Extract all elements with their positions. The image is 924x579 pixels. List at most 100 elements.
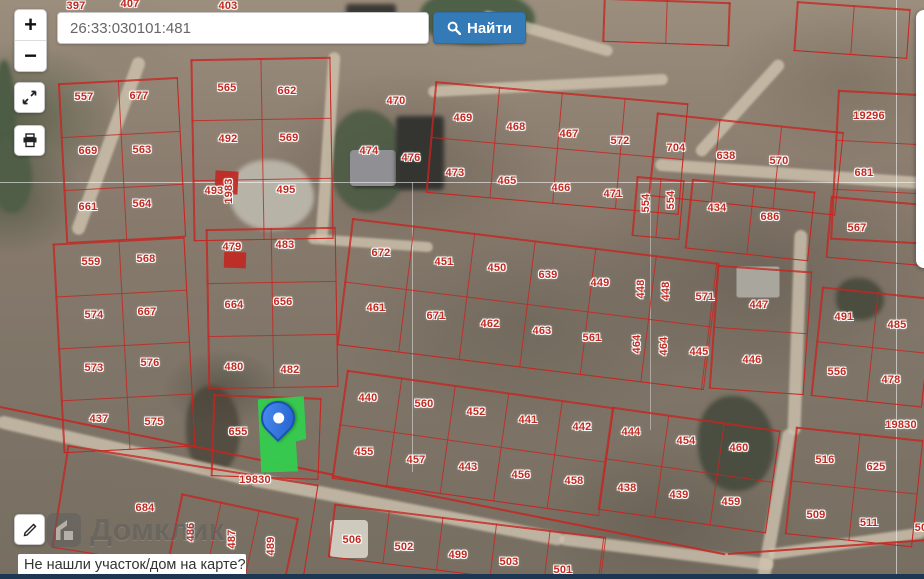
- parcel-label: 451: [434, 256, 454, 268]
- parcel-label: 438: [617, 482, 637, 494]
- parcel-label: 672: [371, 247, 391, 259]
- parcel-label: 437: [89, 413, 109, 425]
- parcel-label: 463: [532, 325, 552, 337]
- parcel-grid: [708, 264, 813, 396]
- parcel-label: 492: [218, 133, 238, 145]
- parcel-label: 454: [676, 435, 696, 447]
- parcel-label: 448: [660, 281, 672, 301]
- cadastral-search-input[interactable]: [58, 13, 452, 43]
- parcel-label: 479: [222, 241, 242, 253]
- parcel-label: 704: [666, 142, 686, 154]
- parcel-label: 467: [559, 128, 579, 140]
- side-panel-edge[interactable]: [916, 10, 924, 268]
- parcel-label: 511: [859, 517, 879, 529]
- search-button[interactable]: Найти: [433, 12, 526, 44]
- parcel-label: 564: [132, 198, 152, 210]
- parcel-label: 568: [136, 253, 156, 265]
- parcel-label: 503: [499, 556, 519, 568]
- edit-button[interactable]: [14, 514, 45, 545]
- parcel-label: 565: [217, 82, 237, 94]
- watermark: Домклик: [46, 512, 224, 548]
- parcel-label: 441: [518, 414, 538, 426]
- parcel-label: 19296: [853, 110, 885, 122]
- parcel-label: 493: [204, 185, 224, 197]
- domclick-logo-icon: [46, 512, 82, 548]
- parcel-label: 397: [66, 0, 86, 12]
- parcel-label: 439: [669, 489, 689, 501]
- parcel-label: 466: [551, 182, 571, 194]
- parcel-label: 468: [506, 121, 526, 133]
- parcel-label: 447: [749, 299, 769, 311]
- parcel-label: 19830: [885, 419, 917, 431]
- parcel-label: 575: [144, 416, 164, 428]
- parcel-label: 446: [742, 354, 762, 366]
- parcel-label: 574: [84, 309, 104, 321]
- parcel-label: 571: [695, 291, 715, 303]
- map-canvas[interactable]: 397 407 403 557 677 565 662 470 469 468 467 572 704 6…: [0, 0, 924, 579]
- printer-icon: [22, 133, 38, 148]
- parcel-label: 442: [572, 421, 592, 433]
- parcel-label: 495: [276, 184, 296, 196]
- parcel-grid: [825, 195, 924, 267]
- parcel-label: 560: [414, 398, 434, 410]
- parcel-label: 677: [129, 90, 149, 102]
- parcel-label: 559: [81, 256, 101, 268]
- print-button[interactable]: [14, 125, 45, 156]
- parcel-grid: [684, 178, 816, 262]
- parcel-label: 50: [914, 522, 924, 534]
- parcel-label: 671: [426, 310, 446, 322]
- parcel-label: 470: [386, 95, 406, 107]
- parcel-label: 471: [603, 188, 623, 200]
- parcel-label: 476: [401, 152, 421, 164]
- parcel-label: 570: [769, 155, 789, 167]
- parcel-label: 485: [887, 319, 907, 331]
- parcel-label: 681: [854, 167, 874, 179]
- parcel-label: 445: [689, 346, 709, 358]
- parcel-grid: [602, 0, 731, 47]
- search-button-label: Найти: [467, 19, 512, 37]
- parcel-label: 480: [224, 361, 244, 373]
- parcel-label: 473: [445, 167, 465, 179]
- parcel-label: 506: [342, 534, 362, 546]
- parcel-label: 491: [834, 311, 854, 323]
- parcel-label: 557: [74, 91, 94, 103]
- minus-icon: −: [24, 43, 37, 68]
- parcel-label: 459: [721, 496, 741, 508]
- fullscreen-button[interactable]: [14, 82, 45, 113]
- app-window: 397 407 403 557 677 565 662 470 469 468 467 572 704 6…: [0, 0, 924, 579]
- parcel-label: 669: [78, 145, 98, 157]
- parcel-label: 572: [610, 135, 630, 147]
- plus-icon: +: [24, 12, 37, 37]
- parcel-label: 448: [635, 279, 647, 299]
- parcel-label: 563: [132, 144, 152, 156]
- zoom-out-button[interactable]: −: [15, 40, 46, 71]
- zoom-in-button[interactable]: +: [15, 10, 46, 40]
- parcel-label: 664: [224, 299, 244, 311]
- parcel-label: 554: [665, 190, 677, 210]
- search-bar: [57, 12, 452, 44]
- parcel-label: 452: [466, 406, 486, 418]
- parcel-label: 576: [140, 357, 160, 369]
- parcel-label: 686: [760, 211, 780, 223]
- parcel-label: 561: [582, 332, 602, 344]
- parcel-grid: [784, 426, 924, 548]
- parcel-label: 464: [658, 336, 670, 356]
- not-found-prompt[interactable]: Не нашли участок/дом на карте?: [18, 554, 246, 576]
- parcel-label: 661: [78, 201, 98, 213]
- parcel-label: 502: [394, 541, 414, 553]
- parcel-label: 455: [354, 446, 374, 458]
- parcel-label: 440: [358, 392, 378, 404]
- parcel-label: 450: [487, 262, 507, 274]
- bottom-section-edge: [0, 574, 924, 579]
- expand-icon: [22, 90, 37, 105]
- parcel-label: 489: [265, 536, 277, 556]
- parcel-label: 639: [538, 269, 558, 281]
- parcel-label: 499: [448, 549, 468, 561]
- parcel-label: 662: [277, 85, 297, 97]
- parcel-label: 460: [729, 442, 749, 454]
- parcel-label: 478: [881, 374, 901, 386]
- parcel-label: 667: [137, 306, 157, 318]
- parcel-label: 449: [590, 277, 610, 289]
- parcel-label: 516: [815, 454, 835, 466]
- parcel-label: 556: [827, 366, 847, 378]
